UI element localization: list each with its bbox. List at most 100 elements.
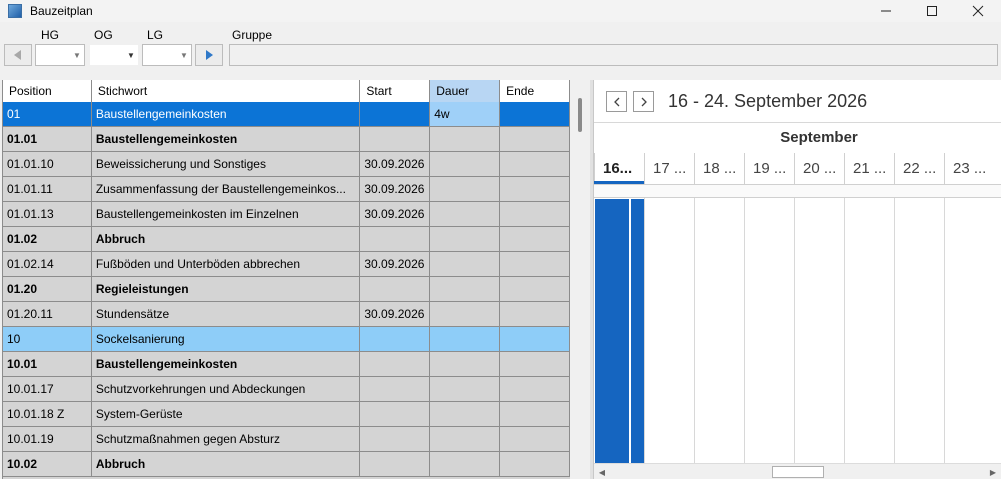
cell-position[interactable]: 10.02	[3, 452, 92, 476]
cell-position[interactable]: 01	[3, 102, 92, 126]
calendar-day-header[interactable]: 20 ...	[794, 153, 844, 184]
cell-position[interactable]: 01.01.10	[3, 152, 92, 176]
cell-ende[interactable]	[500, 177, 570, 201]
cell-stichwort[interactable]: Stundensätze	[92, 302, 361, 326]
horizontal-scrollbar[interactable]: ◀ ▶	[594, 463, 1001, 479]
cell-start[interactable]	[360, 127, 431, 151]
cell-dauer[interactable]	[430, 127, 501, 151]
calendar-day-header[interactable]: 22 ...	[894, 153, 944, 184]
vertical-scrollbar[interactable]	[572, 80, 590, 479]
calendar-prev-button[interactable]	[606, 91, 627, 112]
cell-position[interactable]: 10.01.19	[3, 427, 92, 451]
cell-position[interactable]: 01.01.13	[3, 202, 92, 226]
cell-ende[interactable]	[500, 152, 570, 176]
cell-stichwort[interactable]: Abbruch	[92, 227, 361, 251]
cell-position[interactable]: 01.20	[3, 277, 92, 301]
cell-dauer[interactable]	[430, 227, 501, 251]
cell-position[interactable]: 01.20.11	[3, 302, 92, 326]
cell-ende[interactable]	[500, 227, 570, 251]
column-header-dauer[interactable]: Dauer	[430, 80, 501, 102]
cell-start[interactable]	[360, 352, 431, 376]
cell-ende[interactable]	[500, 202, 570, 226]
cell-dauer[interactable]	[430, 452, 501, 476]
table-row[interactable]: 10.02 Abbruch	[3, 452, 570, 477]
table-row[interactable]: 10 Sockelsanierung	[3, 327, 570, 352]
scrollbar-thumb[interactable]	[578, 98, 582, 132]
scroll-left-icon[interactable]: ◀	[596, 466, 608, 478]
cell-stichwort[interactable]: Schutzvorkehrungen und Abdeckungen	[92, 377, 361, 401]
column-header-stichwort[interactable]: Stichwort	[91, 80, 361, 102]
cell-dauer[interactable]	[430, 377, 501, 401]
calendar-day-header[interactable]: 19 ...	[744, 153, 794, 184]
cell-start[interactable]: 30.09.2026	[360, 152, 431, 176]
table-row[interactable]: 01.01.10 Beweissicherung und Sonstiges 30.…	[3, 152, 570, 177]
cell-ende[interactable]	[500, 252, 570, 276]
cell-dauer[interactable]	[430, 177, 501, 201]
cell-stichwort[interactable]: Schutzmaßnahmen gegen Absturz	[92, 427, 361, 451]
table-row[interactable]: 01.20 Regieleistungen	[3, 277, 570, 302]
cell-dauer[interactable]	[430, 327, 501, 351]
cell-start[interactable]	[360, 402, 431, 426]
table-row[interactable]: 10.01.19 Schutzmaßnahmen gegen Absturz	[3, 427, 570, 452]
cell-start[interactable]: 30.09.2026	[360, 252, 431, 276]
cell-start[interactable]	[360, 227, 431, 251]
table-row[interactable]: 01.01 Baustellengemeinkosten	[3, 127, 570, 152]
calendar-day-header[interactable]: 18 ...	[694, 153, 744, 184]
cell-stichwort[interactable]: Baustellengemeinkosten im Einzelnen	[92, 202, 361, 226]
column-header-start[interactable]: Start	[360, 80, 431, 102]
table-row[interactable]: 01.01.13 Baustellengemeinkosten im Einzel…	[3, 202, 570, 227]
cell-position[interactable]: 01.01	[3, 127, 92, 151]
minimize-button[interactable]	[863, 0, 909, 22]
cell-ende[interactable]	[500, 102, 570, 126]
calendar-next-button[interactable]	[633, 91, 654, 112]
cell-ende[interactable]	[500, 277, 570, 301]
table-row[interactable]: 01 Baustellengemeinkosten 4w	[3, 102, 570, 127]
cell-ende[interactable]	[500, 302, 570, 326]
cell-dauer[interactable]	[430, 427, 501, 451]
cell-ende[interactable]	[500, 327, 570, 351]
gantt-bar[interactable]	[595, 199, 644, 463]
cell-position[interactable]: 10.01.17	[3, 377, 92, 401]
cell-position[interactable]: 01.02	[3, 227, 92, 251]
column-header-ende[interactable]: Ende	[500, 80, 570, 102]
cell-start[interactable]	[360, 427, 431, 451]
cell-start[interactable]	[360, 277, 431, 301]
cell-start[interactable]	[360, 452, 431, 476]
table-row[interactable]: 10.01 Baustellengemeinkosten	[3, 352, 570, 377]
maximize-button[interactable]	[909, 0, 955, 22]
cell-start[interactable]: 30.09.2026	[360, 202, 431, 226]
calendar-day-header[interactable]: 17 ...	[644, 153, 694, 184]
cell-stichwort[interactable]: System-Gerüste	[92, 402, 361, 426]
cell-dauer[interactable]	[430, 302, 501, 326]
close-button[interactable]	[955, 0, 1001, 22]
cell-ende[interactable]	[500, 127, 570, 151]
cell-ende[interactable]	[500, 427, 570, 451]
table-row[interactable]: 10.01.17 Schutzvorkehrungen und Abdeckung…	[3, 377, 570, 402]
calendar-day-header[interactable]: 21 ...	[844, 153, 894, 184]
cell-position[interactable]: 01.02.14	[3, 252, 92, 276]
cell-dauer[interactable]	[430, 277, 501, 301]
scrollbar-thumb[interactable]	[772, 466, 824, 478]
lg-select[interactable]: ▼	[142, 44, 192, 66]
cell-start[interactable]: 30.09.2026	[360, 302, 431, 326]
cell-stichwort[interactable]: Baustellengemeinkosten	[92, 127, 361, 151]
calendar-day-header[interactable]: 23 ...	[944, 153, 994, 184]
cell-position[interactable]: 10	[3, 327, 92, 351]
table-row[interactable]: 01.01.11 Zusammenfassung der Baustellenge…	[3, 177, 570, 202]
og-select[interactable]: ▼	[89, 44, 139, 66]
cell-dauer[interactable]	[430, 152, 501, 176]
cell-dauer[interactable]: 4w	[430, 102, 501, 126]
cell-ende[interactable]	[500, 352, 570, 376]
hg-select[interactable]: ▼	[35, 44, 85, 66]
cell-dauer[interactable]	[430, 252, 501, 276]
gruppe-field[interactable]	[229, 44, 998, 66]
cell-stichwort[interactable]: Baustellengemeinkosten	[91, 102, 361, 126]
cell-stichwort[interactable]: Baustellengemeinkosten	[92, 352, 361, 376]
cell-ende[interactable]	[500, 452, 570, 476]
table-row[interactable]: 01.02 Abbruch	[3, 227, 570, 252]
cell-position[interactable]: 10.01.18 Z	[3, 402, 92, 426]
column-header-position[interactable]: Position	[3, 80, 92, 102]
cell-stichwort[interactable]: Fußböden und Unterböden abbrechen	[92, 252, 361, 276]
cell-start[interactable]	[360, 377, 431, 401]
cell-start[interactable]	[360, 327, 431, 351]
